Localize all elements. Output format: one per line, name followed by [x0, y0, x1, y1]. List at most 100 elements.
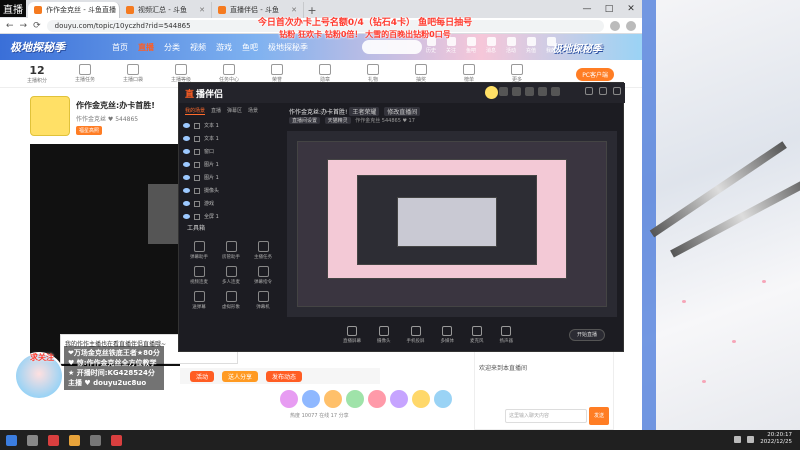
eye-icon[interactable] [183, 136, 190, 141]
back-button[interactable]: ← [6, 21, 14, 31]
browser-tab-douyu-room[interactable]: 作作金克丝 - 斗鱼直播 ✕ [28, 2, 120, 18]
toolbar-item-more[interactable]: 更多 [500, 64, 534, 83]
action-post-button[interactable]: 发布动态 [266, 370, 303, 382]
toolbox-item[interactable]: 视频连麦 [183, 266, 215, 285]
maximize-icon[interactable] [599, 87, 607, 95]
douyu-logo[interactable]: 极地探秘季 [10, 39, 102, 55]
tab-danmaku[interactable]: 弹幕区 [227, 107, 242, 115]
eye-icon[interactable] [183, 123, 190, 128]
companion-avatar[interactable] [485, 86, 498, 99]
minimize-icon[interactable] [585, 87, 593, 95]
nav-games[interactable]: 游戏 [216, 42, 232, 53]
maximize-button[interactable]: □ [598, 0, 620, 18]
gift-item-icon[interactable] [324, 390, 342, 408]
gift-item-icon[interactable] [390, 390, 408, 408]
taskbar-app-icon[interactable] [6, 434, 17, 446]
nav-fishbar[interactable]: 鱼吧 [242, 42, 258, 53]
nav-live[interactable]: 直播 [138, 42, 154, 53]
streamer-avatar[interactable] [30, 96, 70, 136]
scene-item[interactable]: 图片 1 [183, 171, 279, 184]
gift-item-icon[interactable] [434, 390, 452, 408]
toolbox-item[interactable]: 弹幕指令 [247, 266, 279, 285]
start-live-button[interactable]: 开始直播 [569, 329, 605, 341]
toolbox-item[interactable]: 主播任务 [247, 241, 279, 260]
eye-icon[interactable] [183, 188, 190, 193]
toolbox-item[interactable]: 房管助手 [215, 241, 247, 260]
close-icon[interactable] [613, 87, 621, 95]
toolbox-item[interactable]: 弹幕助手 [183, 241, 215, 260]
gift-item-icon[interactable] [280, 390, 298, 408]
anchor-points[interactable]: 12 主播积分 [20, 64, 54, 84]
preview-control[interactable]: 手机投屏 [407, 326, 425, 344]
tab-scenes[interactable]: 我的场景 [185, 107, 206, 115]
clock[interactable]: 20:20:17 2022/12/25 [760, 432, 792, 446]
menu-icon[interactable] [551, 87, 560, 96]
chat-send-button[interactable]: 发送 [589, 407, 609, 425]
chat-input[interactable]: 这里输入聊天内容 [505, 409, 587, 423]
nav-event[interactable]: 极地探秘季 [268, 42, 308, 53]
gift-item-icon[interactable] [368, 390, 386, 408]
eye-icon[interactable] [183, 162, 190, 167]
taskbar-app-icon[interactable] [48, 434, 59, 446]
scene-item[interactable]: 窗口 [183, 145, 279, 158]
gift-icon[interactable] [512, 87, 521, 96]
stream-preview[interactable] [287, 131, 617, 317]
skin-icon[interactable] [538, 87, 547, 96]
profile-icon[interactable] [626, 20, 636, 31]
search-input[interactable] [362, 40, 422, 54]
browser-tab-video[interactable]: 视频汇总 - 斗鱼 ✕ [120, 2, 212, 18]
toolbox-item[interactable]: 多人连麦 [215, 266, 247, 285]
preview-control[interactable]: 扬声器 [500, 326, 513, 344]
scene-item[interactable]: 游戏 [183, 197, 279, 210]
scene-item[interactable]: 摄像头 [183, 184, 279, 197]
forward-button[interactable]: → [20, 21, 28, 31]
action-share-button[interactable]: 送人分享 [222, 370, 259, 382]
gift-item-icon[interactable] [412, 390, 430, 408]
tmall-badge[interactable]: 天猫精灵 [324, 117, 351, 124]
tab-live[interactable]: 直播 [211, 107, 221, 115]
nav-home[interactable]: 首页 [112, 42, 128, 53]
close-window-button[interactable]: ✕ [620, 0, 642, 18]
nav-video[interactable]: 视频 [190, 42, 206, 53]
network-icon[interactable] [734, 435, 742, 443]
toolbar-item-gift[interactable]: 礼物 [356, 64, 390, 83]
volume-icon[interactable] [747, 435, 755, 443]
mail-icon[interactable] [499, 87, 508, 96]
taskbar-app-icon[interactable] [27, 434, 38, 446]
nav-category[interactable]: 分类 [164, 42, 180, 53]
gift-item-icon[interactable] [346, 390, 364, 408]
close-tab-icon[interactable]: ✕ [199, 6, 205, 14]
minimize-button[interactable]: — [576, 0, 598, 18]
preview-control[interactable]: 直播屏幕 [343, 326, 361, 344]
taskbar-app-icon[interactable] [111, 434, 122, 446]
toolbar-item-rank[interactable]: 榜单 [452, 64, 486, 83]
taskbar-app-icon[interactable] [90, 434, 101, 446]
action-activity-button[interactable]: 活动 [190, 370, 215, 382]
gift-item-icon[interactable] [302, 390, 320, 408]
taskbar-app-icon[interactable] [69, 434, 80, 446]
toolbar-item-medal[interactable]: 勋章 [308, 64, 342, 83]
preview-control[interactable]: 多媒体 [441, 326, 454, 344]
video-player[interactable] [30, 144, 180, 366]
scene-item[interactable]: 全屏 1 [183, 210, 279, 223]
toolbox-item[interactable]: 虚拟形象 [215, 291, 247, 310]
extension-icon[interactable] [610, 20, 620, 31]
close-tab-icon[interactable]: ✕ [291, 6, 297, 14]
eye-icon[interactable] [183, 149, 190, 154]
reload-button[interactable]: ⟳ [33, 21, 41, 31]
preview-control[interactable]: 摄像头 [377, 326, 391, 344]
toolbar-item-level[interactable]: 主播等级 [164, 64, 198, 83]
toolbar-item-pocket[interactable]: 主播口袋 [116, 64, 150, 83]
eye-icon[interactable] [183, 201, 190, 206]
pc-client-button[interactable]: PC客户端 [576, 68, 614, 81]
edit-room-button[interactable]: 修改直播间 [384, 107, 421, 116]
settings-icon[interactable] [525, 87, 534, 96]
toolbox-item[interactable]: 弹幕机 [247, 291, 279, 310]
toolbar-item-task[interactable]: 主播任务 [68, 64, 102, 83]
category-badge[interactable]: 王者荣耀 [349, 107, 380, 116]
toolbar-item-honor[interactable]: 荣誉 [260, 64, 294, 83]
scene-item[interactable]: 文本 1 [183, 132, 279, 145]
preview-control[interactable]: 麦克风 [470, 326, 484, 344]
toolbar-item-center[interactable]: 任务中心 [212, 64, 246, 83]
toolbar-item-lottery[interactable]: 抽奖 [404, 64, 438, 83]
